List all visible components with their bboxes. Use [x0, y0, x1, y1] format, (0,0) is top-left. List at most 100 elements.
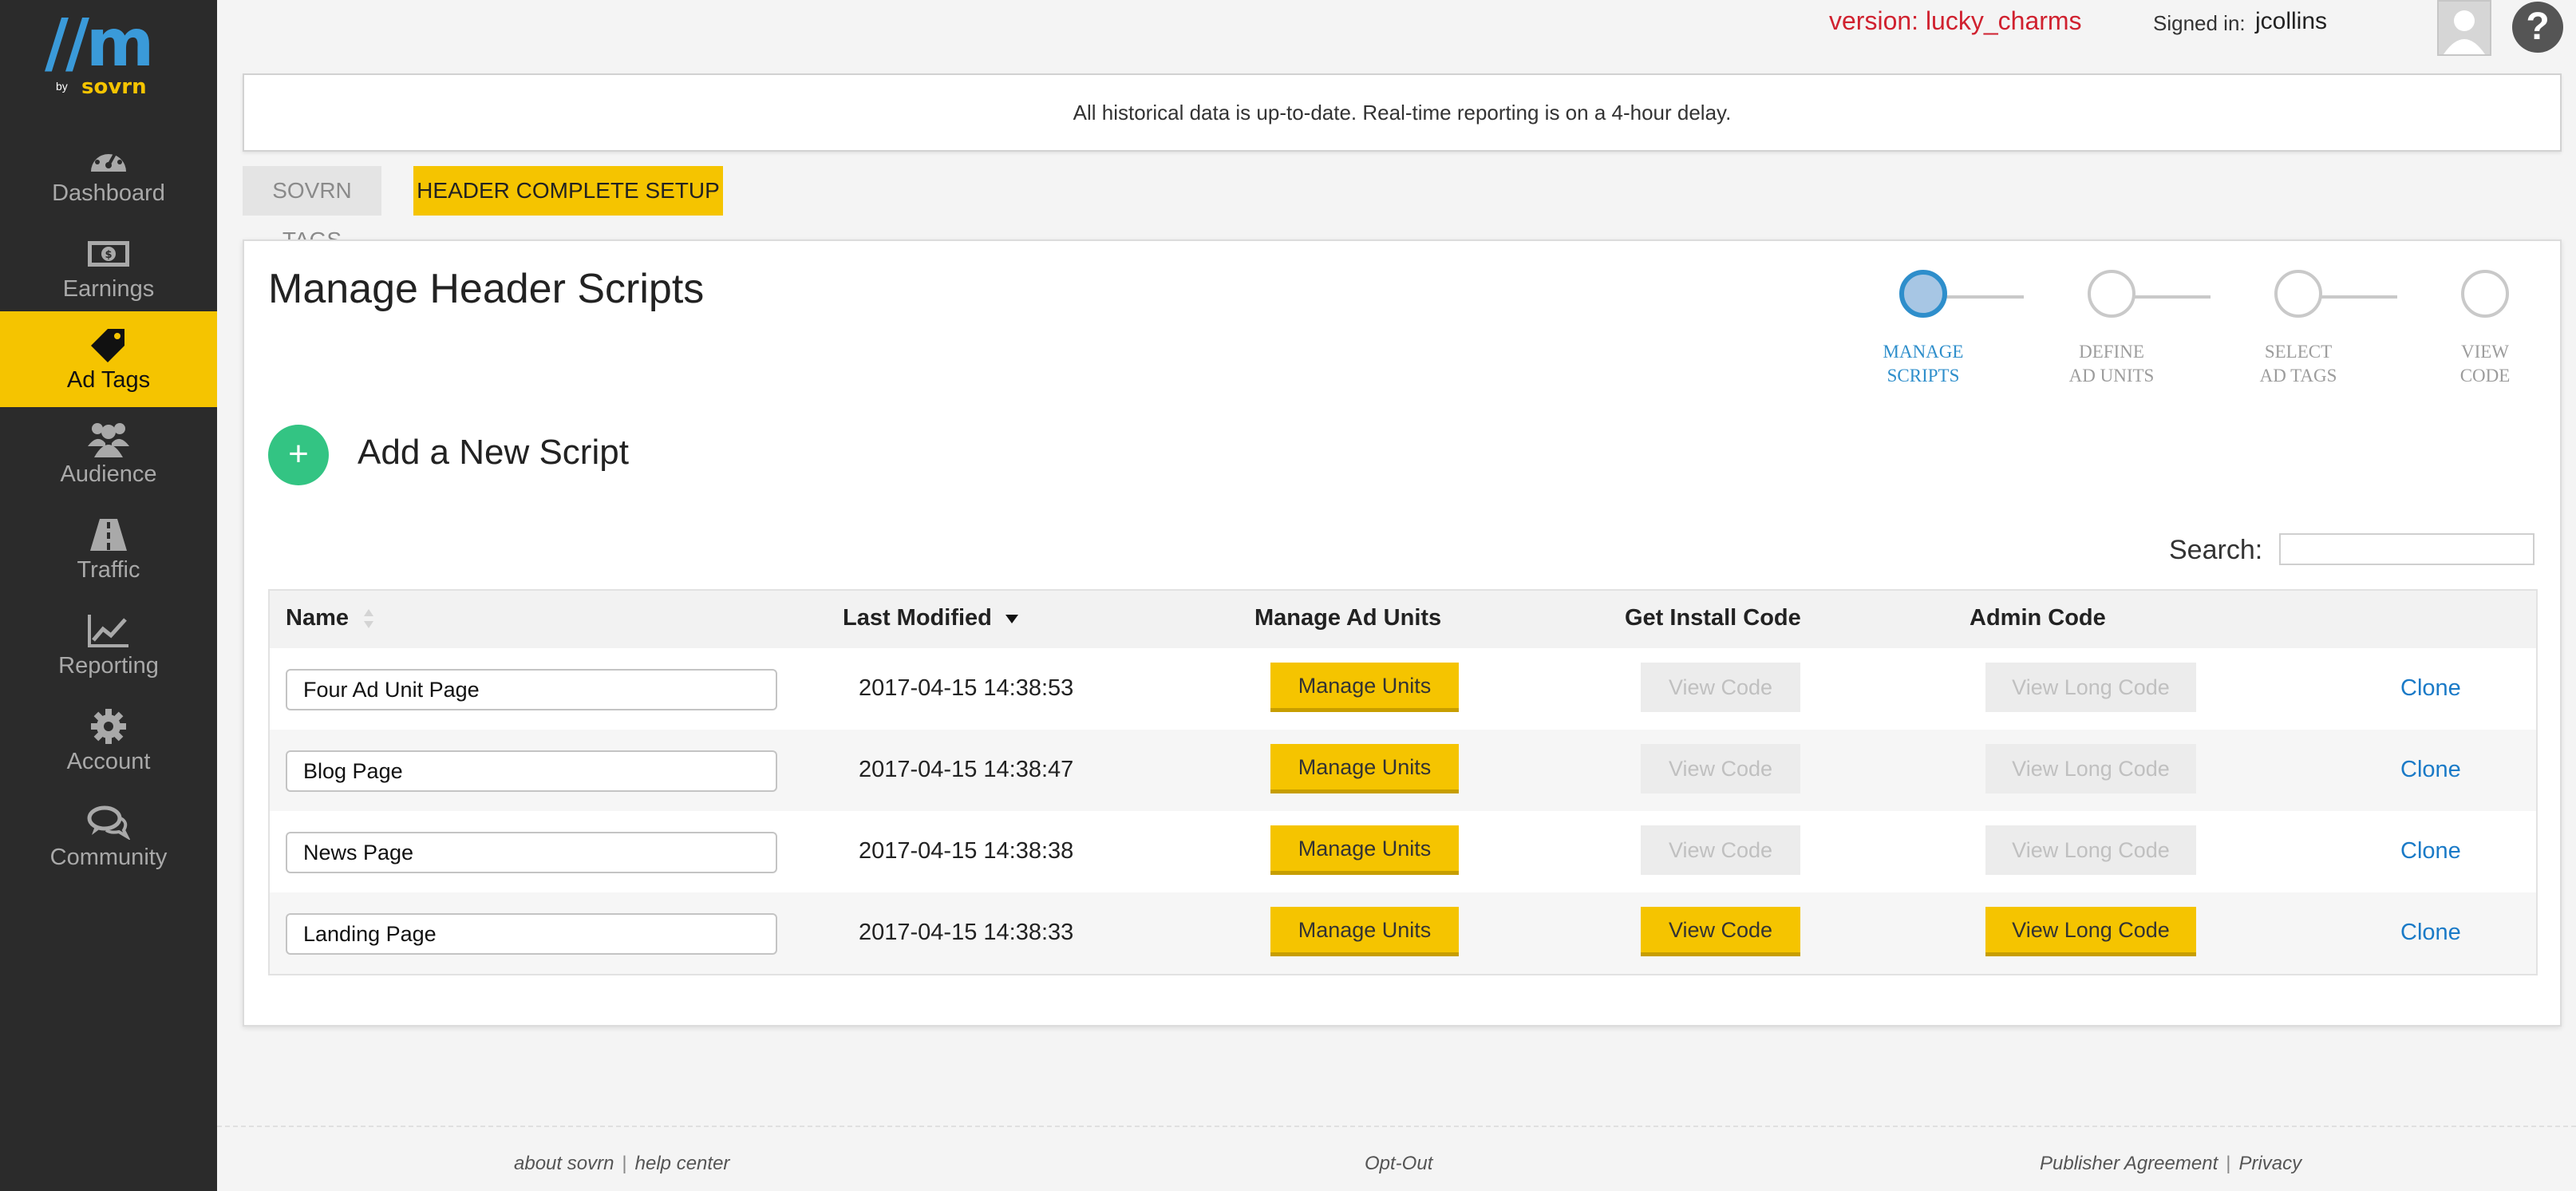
footer-separator: | — [622, 1153, 627, 1174]
script-name-input[interactable] — [286, 832, 777, 873]
step-view-code-label[interactable]: VIEW CODE — [2421, 340, 2549, 388]
sidebar-item-label: Earnings — [62, 276, 155, 302]
sidebar-item-label: Community — [49, 845, 168, 870]
sidebar: //m by sovrn Dashboard $ Earnings Ad Tag… — [0, 0, 217, 1191]
column-header-label: Name — [286, 605, 349, 631]
manage-units-button[interactable]: Manage Units — [1270, 907, 1459, 956]
step-label-line: SCRIPTS — [1887, 366, 1960, 386]
logo-by: by — [56, 80, 68, 93]
sidebar-item-audience[interactable]: Audience — [0, 406, 217, 501]
step-label-line: AD UNITS — [2068, 366, 2155, 386]
table-row: 2017-04-15 14:38:33 Manage Units View Co… — [270, 892, 2536, 974]
view-long-code-button[interactable]: View Long Code — [1985, 907, 2196, 956]
signed-in-label: Signed in: — [2153, 11, 2246, 35]
search-label: Search: — [2169, 535, 2263, 565]
logo-mark: //m — [45, 6, 154, 81]
manage-units-button[interactable]: Manage Units — [1270, 744, 1459, 793]
tag-icon — [0, 326, 217, 364]
svg-text:$: $ — [105, 249, 112, 261]
script-name-input[interactable] — [286, 669, 777, 710]
column-header-label: Last Modified — [843, 605, 992, 631]
step-label-line: SELECT — [2264, 342, 2333, 362]
step-manage-scripts-circle[interactable] — [1899, 270, 1947, 318]
step-define-ad-units-circle[interactable] — [2088, 270, 2135, 318]
sidebar-item-earnings[interactable]: $ Earnings — [0, 220, 217, 316]
add-script-button[interactable]: + — [268, 425, 329, 485]
sidebar-item-label: Account — [66, 749, 151, 774]
search-input[interactable] — [2279, 533, 2535, 565]
step-define-ad-units-label[interactable]: DEFINE AD UNITS — [2048, 340, 2175, 388]
step-select-ad-tags-label[interactable]: SELECT AD TAGS — [2234, 340, 2362, 388]
step-manage-scripts-label[interactable]: MANAGE SCRIPTS — [1859, 340, 1987, 388]
footer-right-links: Publisher Agreement | Privacy — [2040, 1153, 2301, 1175]
view-code-button[interactable]: View Code — [1641, 825, 1800, 875]
people-icon — [0, 420, 217, 458]
footer-separator: | — [2226, 1153, 2231, 1174]
tab-sovrn-tags[interactable]: SOVRN TAGS — [243, 166, 381, 252]
help-icon[interactable]: ? — [2512, 2, 2563, 53]
footer-privacy-link[interactable]: Privacy — [2238, 1153, 2301, 1174]
view-code-button[interactable]: View Code — [1641, 744, 1800, 793]
view-long-code-button[interactable]: View Long Code — [1985, 744, 2196, 793]
step-label-line: MANAGE — [1883, 342, 1964, 362]
clone-link[interactable]: Clone — [2400, 675, 2461, 702]
table-row: 2017-04-15 14:38:38 Manage Units View Co… — [270, 811, 2536, 892]
column-header-get-install-code: Get Install Code — [1625, 605, 1801, 631]
sidebar-item-label: Reporting — [58, 653, 159, 679]
sidebar-item-traffic[interactable]: Traffic — [0, 501, 217, 597]
sidebar-item-reporting[interactable]: Reporting — [0, 597, 217, 693]
column-header-last-modified[interactable]: Last Modified — [843, 605, 1019, 631]
table-header: Name Last Modified Manage Ad Units Get I… — [270, 591, 2536, 648]
last-modified-cell: 2017-04-15 14:38:53 — [859, 675, 1074, 701]
clone-link[interactable]: Clone — [2400, 757, 2461, 783]
column-header-manage-ad-units: Manage Ad Units — [1254, 605, 1442, 631]
tab-header-complete-setup[interactable]: HEADER COMPLETE SETUP — [413, 166, 723, 216]
footer-opt-out-link[interactable]: Opt-Out — [1365, 1153, 1432, 1175]
footer-about-link[interactable]: about sovrn — [514, 1153, 614, 1174]
gear-icon — [0, 707, 217, 746]
user-avatar[interactable] — [2437, 0, 2491, 56]
sidebar-item-dashboard[interactable]: Dashboard — [0, 125, 217, 220]
gauge-icon — [0, 139, 217, 177]
table-row: 2017-04-15 14:38:53 Manage Units View Co… — [270, 648, 2536, 730]
view-long-code-button[interactable]: View Long Code — [1985, 825, 2196, 875]
version-label: version: lucky_charms — [1829, 6, 2082, 35]
scripts-table: Name Last Modified Manage Ad Units Get I… — [268, 589, 2538, 975]
notice-banner: All historical data is up-to-date. Real-… — [243, 73, 2562, 152]
step-view-code-circle[interactable] — [2461, 270, 2509, 318]
footer-left-links: about sovrn | help center — [514, 1153, 729, 1175]
sidebar-item-label: Ad Tags — [66, 367, 151, 393]
sidebar-item-account[interactable]: Account — [0, 693, 217, 789]
sovrn-logo[interactable]: //m by sovrn — [45, 6, 172, 100]
view-long-code-button[interactable]: View Long Code — [1985, 663, 2196, 712]
road-icon — [0, 516, 217, 554]
add-script-label[interactable]: Add a New Script — [358, 433, 629, 473]
script-name-input[interactable] — [286, 913, 777, 955]
step-label-line: DEFINE — [2079, 342, 2144, 362]
main-panel: Manage Header Scripts MANAGE SCRIPTS DEF… — [243, 239, 2562, 1027]
notice-text: All historical data is up-to-date. Real-… — [1073, 100, 1732, 125]
sidebar-item-ad-tags[interactable]: Ad Tags — [0, 311, 217, 407]
sidebar-item-label: Dashboard — [52, 180, 165, 206]
view-code-button[interactable]: View Code — [1641, 663, 1800, 712]
step-label-line: VIEW — [2460, 342, 2510, 362]
sidebar-item-community[interactable]: Community — [0, 789, 217, 884]
column-header-admin-code: Admin Code — [1970, 605, 2106, 631]
column-header-name[interactable]: Name — [286, 605, 374, 631]
last-modified-cell: 2017-04-15 14:38:38 — [859, 838, 1074, 864]
step-label-line: CODE — [2459, 366, 2511, 386]
sidebar-item-label: Traffic — [77, 557, 140, 583]
sort-descending-icon — [1005, 615, 1018, 624]
step-select-ad-tags-circle[interactable] — [2274, 270, 2322, 318]
manage-units-button[interactable]: Manage Units — [1270, 825, 1459, 875]
manage-units-button[interactable]: Manage Units — [1270, 663, 1459, 712]
signed-in-username[interactable]: jcollins — [2255, 8, 2327, 35]
view-code-button[interactable]: View Code — [1641, 907, 1800, 956]
footer-help-center-link[interactable]: help center — [635, 1153, 730, 1174]
last-modified-cell: 2017-04-15 14:38:47 — [859, 757, 1074, 782]
footer-agreement-link[interactable]: Publisher Agreement — [2040, 1153, 2218, 1174]
clone-link[interactable]: Clone — [2400, 838, 2461, 865]
last-modified-cell: 2017-04-15 14:38:33 — [859, 920, 1074, 945]
script-name-input[interactable] — [286, 750, 777, 792]
clone-link[interactable]: Clone — [2400, 920, 2461, 946]
